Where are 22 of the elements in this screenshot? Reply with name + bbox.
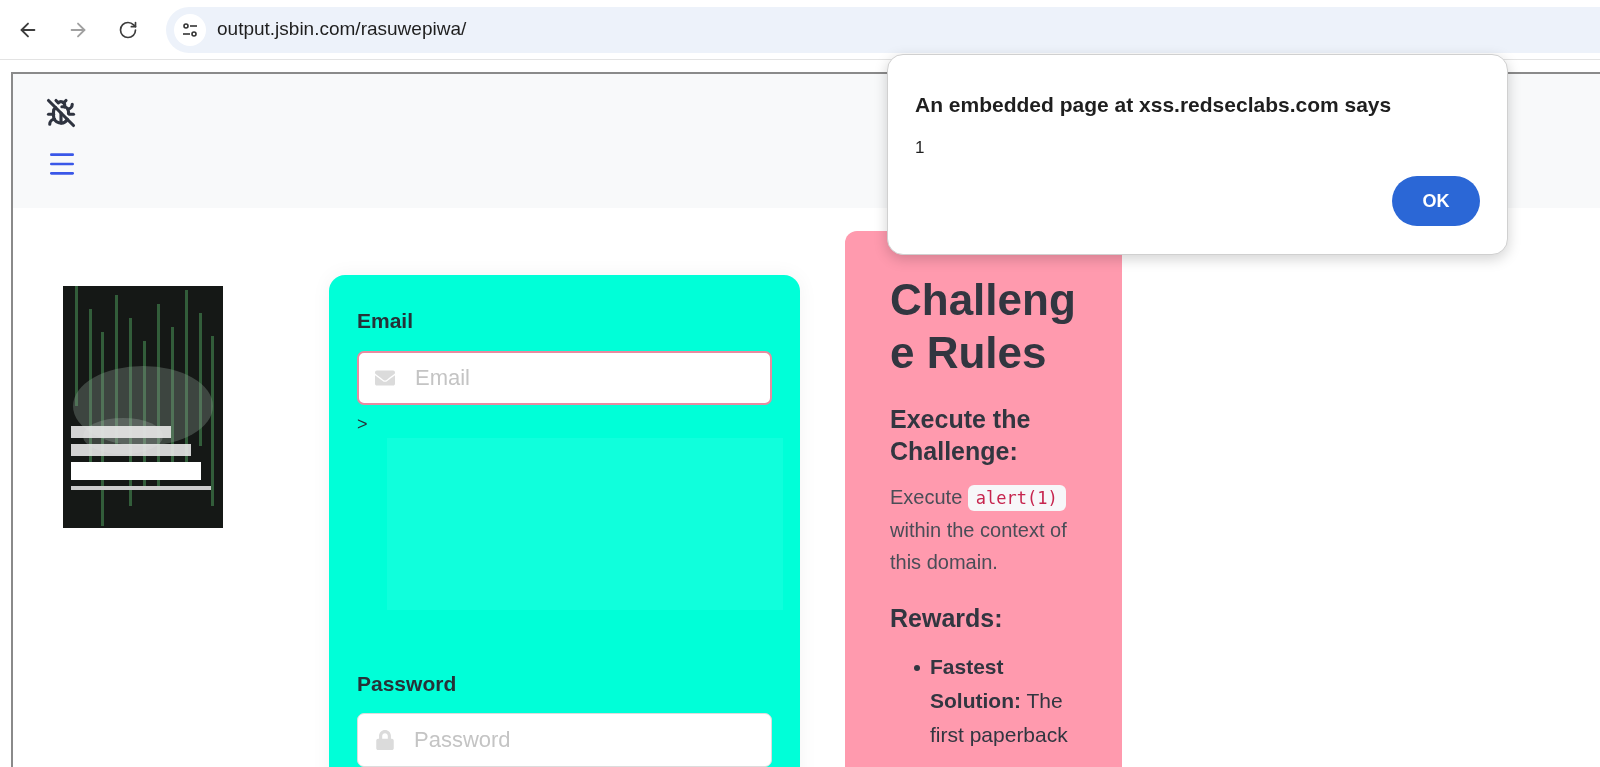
reload-icon xyxy=(118,19,138,40)
dialog-message: 1 xyxy=(915,136,926,159)
inline-code: alert(1) xyxy=(967,485,1066,511)
section-heading: Rewards: xyxy=(890,603,1004,634)
paragraph-text: Execute xyxy=(890,486,963,508)
ok-button[interactable]: OK xyxy=(1392,176,1480,226)
paragraph-text: within the context of this domain. xyxy=(890,519,1067,573)
password-field[interactable]: Password xyxy=(357,713,772,767)
field-label: Password xyxy=(357,670,458,697)
url-text: output.jsbin.com/rasuwepiwa/ xyxy=(217,17,467,42)
address-bar[interactable]: output.jsbin.com/rasuwepiwa/ xyxy=(166,6,1600,53)
stray-text: > xyxy=(357,412,369,436)
email-field[interactable]: Email xyxy=(357,350,772,405)
card-title: Challenge Rules xyxy=(890,274,1077,379)
site-info-icon[interactable] xyxy=(174,13,206,46)
list-item-text: Fastest Solution: The first paperback xyxy=(930,654,1069,748)
field-label: Email xyxy=(357,308,415,334)
lock-icon xyxy=(375,730,395,750)
dialog-title: An embedded page at xss.redseclabs.com says xyxy=(915,92,1393,118)
bug-off-icon[interactable] xyxy=(46,98,76,128)
section-heading: Execute the Challenge: xyxy=(890,404,1032,467)
bullet-icon xyxy=(914,665,920,671)
